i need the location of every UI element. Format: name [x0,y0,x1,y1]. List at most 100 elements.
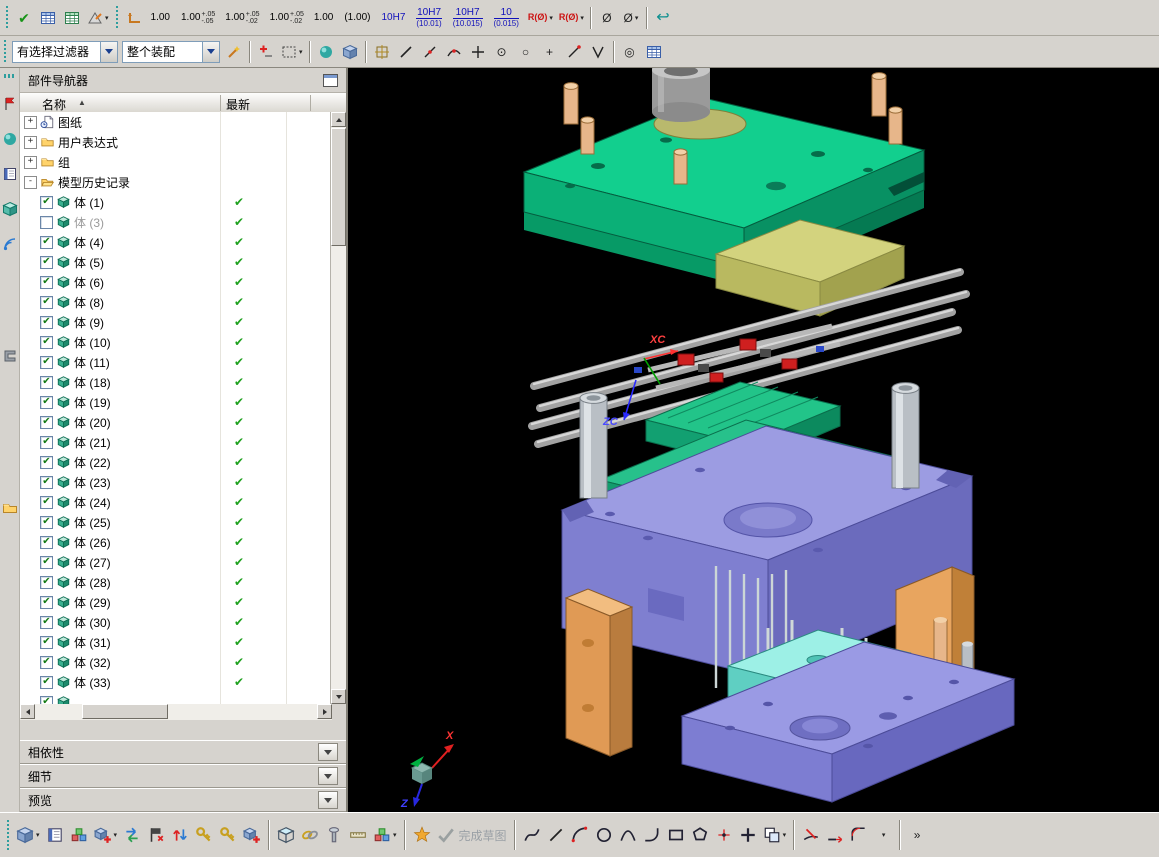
visibility-checkbox[interactable]: ✔ [40,495,53,509]
dim-tolerance-button[interactable]: 10 (0.015) [489,3,525,33]
diameter-dim-alt-icon[interactable]: Ø ▾ [619,5,643,31]
tree-body-row[interactable]: ✔ 体 (21) ✔ [20,432,332,452]
tree-body-row[interactable]: ✔ 体 (25) ✔ [20,512,332,532]
tree-body-row[interactable]: ✔ 体 (32) ✔ [20,652,332,672]
dim-tolerance-button[interactable]: 1.00 +.05 -.02 [265,3,309,33]
visibility-checkbox[interactable]: ✔ [40,275,53,289]
tree-body-row[interactable]: ✔ 体 (11) ✔ [20,352,332,372]
annotation-tools-icon[interactable]: ▾ [84,5,112,31]
line-icon[interactable] [544,820,568,850]
visibility-checkbox[interactable]: ✔ [40,335,53,349]
tree-body-row[interactable]: ✔ 体 (28) ✔ [20,572,332,592]
midpoint-snap-icon[interactable] [418,39,442,65]
sequence-icon[interactable]: ▾ [370,820,400,850]
wave-link-alt-icon[interactable] [216,820,240,850]
pattern-component-icon[interactable] [240,820,264,850]
endpoint-snap-icon[interactable] [394,39,418,65]
chevron-down-icon[interactable] [318,743,338,761]
scroll-down-icon[interactable] [331,689,346,704]
tree-body-row[interactable]: ✔ 体 (23) ✔ [20,472,332,492]
visibility-checkbox[interactable]: ✔ [40,195,53,209]
polygon-icon[interactable] [688,820,712,850]
visibility-checkbox[interactable] [40,215,53,229]
tree-body-row[interactable]: ✔ 体 (30) ✔ [20,612,332,632]
selection-scope-dropdown[interactable]: 整个装配 [122,40,220,63]
vertical-scrollbar[interactable] [330,112,346,704]
tree-node[interactable]: + 图纸 [20,112,332,132]
accordion-panel-header[interactable]: 相依性 [20,740,346,764]
tree-body-row[interactable]: ✔ 体 (19) ✔ [20,392,332,412]
rectangle-icon[interactable] [664,820,688,850]
tree-body-row[interactable]: 体 (3) ✔ [20,212,332,232]
tree-body-row[interactable]: ✔ 体 (1) ✔ [20,192,332,212]
chevron-down-icon[interactable] [318,767,338,785]
visibility-checkbox[interactable]: ✔ [40,235,53,249]
arc-center-snap-icon[interactable]: ⊙ [490,39,514,65]
expand-toggle-icon[interactable]: + [24,155,37,169]
trim-curve-icon[interactable] [799,820,823,850]
tree-body-row[interactable]: ✔ 体 (33) ✔ [20,672,332,692]
visibility-checkbox[interactable]: ✔ [40,635,53,649]
visibility-checkbox[interactable]: ✔ [40,435,53,449]
extend-curve-icon[interactable] [823,820,847,850]
visibility-checkbox[interactable]: ✔ [40,455,53,469]
visibility-checkbox[interactable]: ✔ [40,555,53,569]
tree-node[interactable]: - 模型历史记录 [20,172,332,192]
assembly-constraints-icon[interactable] [144,820,168,850]
visibility-checkbox[interactable]: ✔ [40,615,53,629]
studio-spline-icon[interactable] [520,820,544,850]
snap-point-icon[interactable] [370,39,394,65]
scroll-thumb[interactable] [82,704,168,719]
toolbar-options-icon[interactable]: » [905,820,929,850]
grid-snap-icon[interactable] [642,39,666,65]
column-name[interactable]: 名称 [42,96,66,113]
diameter-dim-icon[interactable]: Ø [595,5,619,31]
internet-tab-icon[interactable] [1,235,19,253]
scroll-thumb[interactable] [331,128,346,246]
existing-point-snap-icon[interactable]: + [538,39,562,65]
solid-cube-icon[interactable] [338,39,362,65]
visibility-checkbox[interactable]: ✔ [40,395,53,409]
replace-component-icon[interactable] [120,820,144,850]
dim-tolerance-button[interactable]: 1.00 +.05 -.02 [220,3,264,33]
point-icon[interactable] [712,820,736,850]
3d-model-canvas[interactable] [348,68,1159,812]
radial-dim-alt-icon[interactable]: R(Ø) ▾ [556,5,587,31]
show-hide-icon[interactable] [254,39,278,65]
tree-node[interactable]: + 组 [20,152,332,172]
visibility-checkbox[interactable]: ✔ [40,295,53,309]
undock-window-icon[interactable] [323,73,338,87]
dim-tolerance-button[interactable]: 1.00 [146,3,176,33]
visibility-checkbox[interactable]: ✔ [40,415,53,429]
visibility-checkbox[interactable]: ✔ [40,575,53,589]
chevron-down-icon[interactable] [202,41,219,62]
tree-body-row[interactable]: ✔ 体 (20) ✔ [20,412,332,432]
expand-toggle-icon[interactable]: + [24,115,37,129]
two-curves-snap-icon[interactable] [586,39,610,65]
dim-tolerance-button[interactable]: 10H7 (10.01) [411,3,447,33]
selection-filter-dropdown[interactable]: 有选择过滤器 [12,40,118,63]
move-component-icon[interactable] [168,820,192,850]
visibility-checkbox[interactable]: ✔ [40,315,53,329]
tree-body-row[interactable]: ✔ 体 (27) ✔ [20,552,332,572]
accordion-panel-header[interactable]: 细节 [20,764,346,788]
shaded-sphere-icon[interactable] [314,39,338,65]
measure-icon[interactable] [346,820,370,850]
tree-body-row[interactable]: ✔ 体 (29) ✔ [20,592,332,612]
edit-check-icon[interactable]: ✔ [12,5,36,31]
dim-tolerance-button[interactable]: 1.00 [309,3,339,33]
chevron-down-icon[interactable] [100,41,117,62]
part-navigator-tab-icon[interactable] [1,200,19,218]
tree-body-row[interactable]: ✔ 体 (10) ✔ [20,332,332,352]
arc-icon[interactable] [568,820,592,850]
tree-body-row[interactable]: ✔ 体 (4) ✔ [20,232,332,252]
accordion-panel-header[interactable]: 预览 [20,788,346,812]
visibility-checkbox[interactable]: ✔ [40,515,53,529]
dim-tolerance-button[interactable]: 1.00 +.05 -.05 [176,3,220,33]
column-latest[interactable]: 最新 [226,96,250,113]
scroll-up-icon[interactable] [331,112,346,127]
constraint-navigator-tab-icon[interactable] [1,130,19,148]
scroll-right-icon[interactable] [317,704,332,719]
window-icon[interactable] [43,820,67,850]
visibility-checkbox[interactable]: ✔ [40,355,53,369]
